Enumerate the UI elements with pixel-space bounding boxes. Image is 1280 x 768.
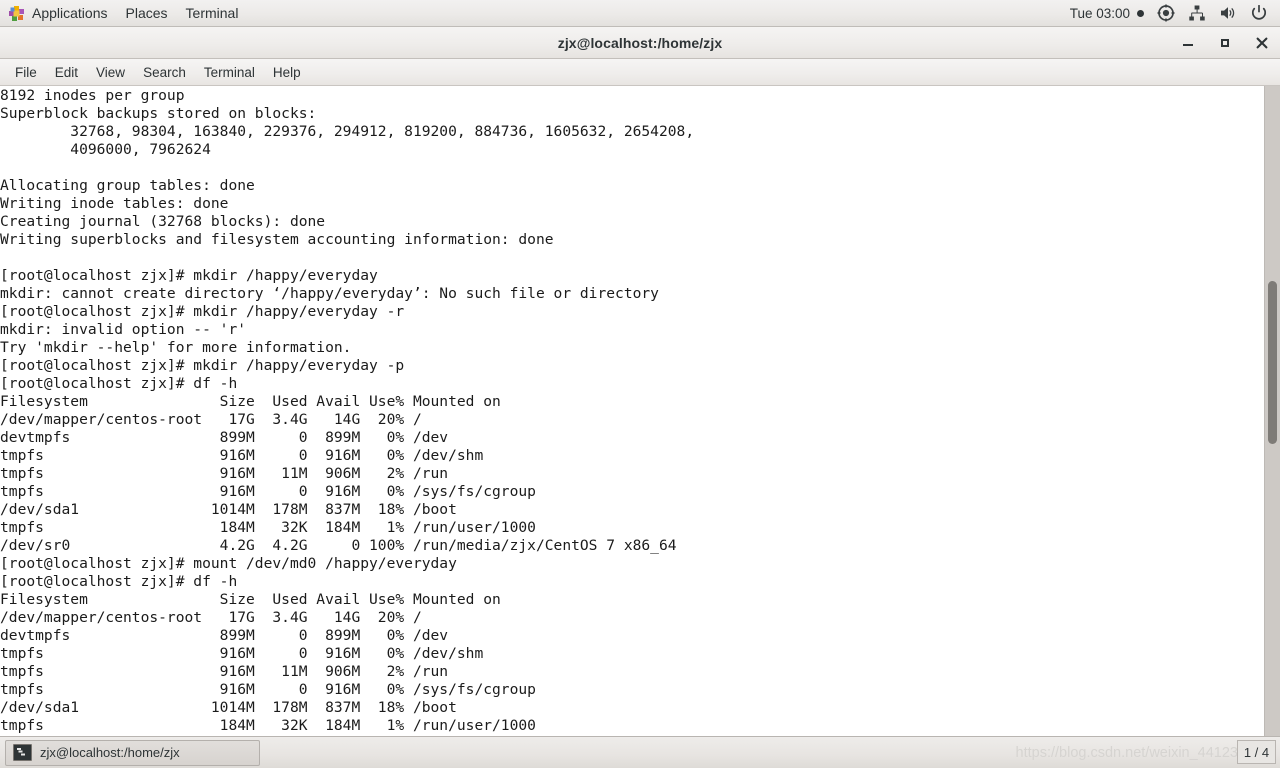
clock-label: Tue 03:00: [1069, 5, 1130, 21]
minimize-button[interactable]: [1176, 31, 1200, 55]
terminal-menu[interactable]: Terminal: [177, 2, 248, 24]
terminal-menu-label: Terminal: [185, 5, 239, 21]
terminal-window: zjx@localhost:/home/zjx File Edit View S…: [0, 27, 1280, 736]
places-menu-label: Places: [125, 5, 168, 21]
menu-help[interactable]: Help: [264, 61, 310, 84]
window-titlebar[interactable]: zjx@localhost:/home/zjx: [0, 27, 1280, 59]
workspace-indicator-label: 1 / 4: [1243, 744, 1270, 760]
gnome-bottom-taskbar: zjx@localhost:/home/zjx https://blog.csd…: [0, 736, 1280, 768]
terminal-menubar: File Edit View Search Terminal Help: [0, 59, 1280, 86]
terminal-output-pane[interactable]: 8192 inodes per group Superblock backups…: [0, 86, 1264, 736]
menu-terminal[interactable]: Terminal: [195, 61, 264, 84]
applications-menu-label: Applications: [32, 5, 108, 21]
menu-file[interactable]: File: [6, 61, 46, 84]
terminal-output-text: 8192 inodes per group Superblock backups…: [0, 87, 695, 734]
applications-menu[interactable]: Applications: [0, 2, 117, 25]
menu-edit[interactable]: Edit: [46, 61, 87, 84]
clock-applet[interactable]: Tue 03:00: [1070, 6, 1144, 21]
network-wired-icon[interactable]: [1188, 4, 1206, 22]
places-menu[interactable]: Places: [117, 2, 177, 24]
terminal-content-area: 8192 inodes per group Superblock backups…: [0, 86, 1280, 736]
power-icon[interactable]: [1250, 4, 1268, 22]
gnome-top-panel: Applications Places Terminal Tue 03:00: [0, 0, 1280, 27]
notification-dot-icon: [1137, 9, 1144, 17]
window-title: zjx@localhost:/home/zjx: [557, 34, 723, 51]
terminal-vertical-scrollbar[interactable]: [1264, 86, 1280, 736]
menu-search[interactable]: Search: [134, 61, 195, 84]
taskbar-window-label: zjx@localhost:/home/zjx: [40, 745, 180, 760]
workspace-switcher[interactable]: 1 / 4: [1237, 740, 1276, 764]
taskbar-window-button[interactable]: zjx@localhost:/home/zjx: [5, 739, 260, 766]
panel-status-area: Tue 03:00: [1070, 4, 1280, 22]
terminal-icon: [13, 744, 32, 761]
desktop-screen: Applications Places Terminal Tue 03:00 z…: [0, 0, 1280, 768]
watermark-text: https://blog.csdn.net/weixin_44123: [1015, 745, 1238, 761]
applications-pinwheel-icon: [8, 5, 25, 22]
maximize-button[interactable]: [1213, 31, 1237, 55]
accessibility-target-icon[interactable]: [1157, 4, 1175, 22]
window-control-buttons: [1176, 27, 1274, 59]
menu-view[interactable]: View: [87, 61, 134, 84]
scrollbar-thumb[interactable]: [1268, 281, 1277, 444]
close-button[interactable]: [1250, 31, 1274, 55]
volume-speaker-icon[interactable]: [1219, 4, 1237, 22]
